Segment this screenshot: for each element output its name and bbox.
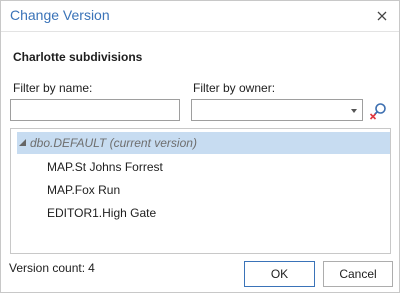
tree-item[interactable]: MAP.St Johns Forrest bbox=[47, 156, 163, 178]
title-separator bbox=[1, 31, 399, 32]
group-title: Charlotte subdivisions bbox=[13, 50, 143, 64]
expand-triangle-icon[interactable] bbox=[19, 139, 26, 146]
close-button[interactable] bbox=[371, 5, 393, 27]
filter-owner-dropdown[interactable] bbox=[191, 99, 363, 121]
cancel-button[interactable]: Cancel bbox=[323, 261, 393, 287]
close-icon bbox=[377, 11, 387, 21]
version-tree[interactable]: dbo.DEFAULT (current version) MAP.St Joh… bbox=[10, 128, 391, 254]
tree-item-label: dbo.DEFAULT (current version) bbox=[30, 136, 197, 150]
ok-button[interactable]: OK bbox=[244, 261, 315, 287]
tree-item-root[interactable]: dbo.DEFAULT (current version) bbox=[17, 132, 390, 154]
tree-item[interactable]: EDITOR1.High Gate bbox=[47, 202, 156, 224]
tree-item[interactable]: MAP.Fox Run bbox=[47, 179, 120, 201]
filter-owner-label: Filter by owner: bbox=[193, 81, 276, 95]
version-count: Version count: 4 bbox=[9, 261, 95, 275]
title-bar: Change Version bbox=[1, 1, 399, 31]
filter-name-label: Filter by name: bbox=[13, 81, 93, 95]
version-count-label: Version count: bbox=[9, 261, 86, 275]
clear-filter-button[interactable] bbox=[369, 101, 389, 121]
dialog-title: Change Version bbox=[10, 7, 110, 23]
chevron-down-icon bbox=[351, 109, 357, 113]
filter-name-input[interactable] bbox=[10, 99, 180, 121]
change-version-dialog: Change Version Charlotte subdivisions Fi… bbox=[0, 0, 400, 293]
clear-search-icon bbox=[369, 103, 386, 120]
version-count-value: 4 bbox=[88, 261, 95, 275]
